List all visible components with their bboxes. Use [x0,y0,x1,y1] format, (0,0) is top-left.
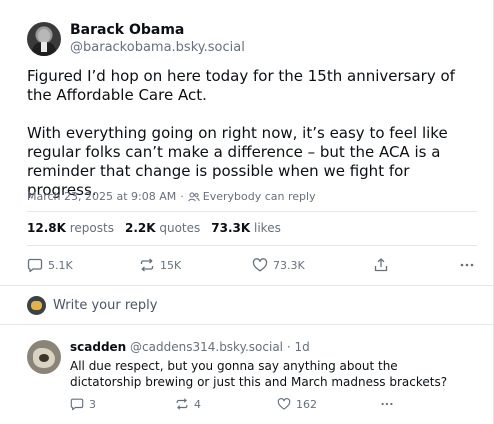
reply-body: All due respect, but you gonna say anyth… [70,359,448,389]
reply-separator: · [286,340,291,354]
divider [27,211,477,212]
reply-button[interactable]: 5.1K [27,257,73,273]
repost-count: 15K [160,258,182,272]
heart-icon [252,258,268,272]
speech-bubble-icon [70,398,84,411]
reply-repost-count: 4 [194,397,201,411]
share-icon [374,258,388,272]
reply-repost-button[interactable]: 4 [175,397,201,411]
reply-permission: Everybody can reply [202,190,316,203]
reply-post[interactable]: scadden @caddens314.bsky.social · 1d All… [0,326,493,424]
author-handle[interactable]: @barackobama.bsky.social [70,40,245,55]
reply-age[interactable]: 1d [294,340,309,354]
post-stats: 12.8K reposts 2.2K quotes 73.3K likes [27,221,281,235]
divider [27,245,477,246]
share-button[interactable] [373,257,389,273]
reply-header: scadden @caddens314.bsky.social · 1d [70,340,310,354]
quotes-stat[interactable]: 2.2K quotes [125,221,200,235]
post-paragraph: With everything going on right now, it’s… [27,124,448,199]
meta-separator: · [180,190,184,203]
main-post: Barack Obama @barackobama.bsky.social Fi… [0,0,493,286]
reply-composer[interactable]: Write your reply [0,287,493,325]
reposts-stat[interactable]: 12.8K reposts [27,221,114,235]
reply-more-button[interactable] [380,397,394,411]
like-count: 73.3K [273,258,305,272]
reply-author-avatar[interactable] [27,340,61,374]
more-dots-icon [460,263,474,267]
like-button[interactable]: 73.3K [252,257,305,273]
reply-input-placeholder[interactable]: Write your reply [53,298,157,313]
reply-author-name[interactable]: scadden [70,340,126,354]
likes-stat[interactable]: 73.3K likes [211,221,281,235]
reply-reply-count: 3 [89,397,96,411]
author-display-name[interactable]: Barack Obama [70,22,184,38]
app-frame: Barack Obama @barackobama.bsky.social Fi… [0,0,494,424]
post-actions: 5.1K 15K 73.3K [27,257,477,275]
current-user-avatar [27,296,46,315]
repost-arrows-icon [176,398,188,410]
speech-bubble-icon [27,258,43,273]
post-body: Figured I’d hop on here today for the 15… [27,67,477,200]
more-dots-icon [381,402,393,406]
post-timestamp[interactable]: March 23, 2025 at 9:08 AM [27,190,176,203]
post-paragraph: Figured I’d hop on here today for the 15… [27,67,455,104]
heart-icon [277,398,291,410]
reply-actions: 3 4 162 [70,397,400,413]
reply-like-count: 162 [296,397,317,411]
repost-button[interactable]: 15K [139,257,181,273]
repost-arrows-icon [140,258,154,272]
more-button[interactable] [459,257,475,273]
reply-like-button[interactable]: 162 [277,397,317,411]
post-meta: March 23, 2025 at 9:08 AM · Everybody ca… [27,190,316,203]
reply-author-handle[interactable]: @caddens314.bsky.social [130,340,283,354]
reply-count: 5.1K [48,258,73,272]
people-icon [188,192,200,201]
author-avatar[interactable] [27,22,61,56]
reply-reply-button[interactable]: 3 [70,397,96,411]
